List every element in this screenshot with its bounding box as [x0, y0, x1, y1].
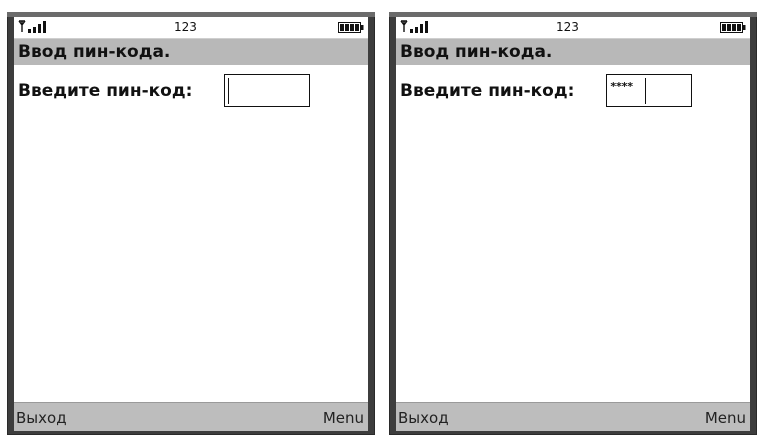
screen: 123 Ввод пин-кода. Введите пин-код: Выхо… [14, 17, 368, 431]
pin-input[interactable] [224, 74, 310, 107]
antenna-signal-icon [400, 20, 428, 33]
pin-input-value: **** [610, 80, 633, 93]
pin-input[interactable]: **** [606, 74, 692, 107]
menu-softkey[interactable]: Menu [705, 409, 746, 427]
screen-title: Ввод пин-кода. [400, 42, 553, 62]
pin-field-label: Введите пин-код: [400, 81, 575, 101]
phone-screen-filled: 123 Ввод пин-кода. Введите пин-код: ****… [389, 12, 757, 435]
pin-field-label: Введите пин-код: [18, 81, 193, 101]
pin-form: Введите пин-код: **** [396, 65, 750, 403]
text-caret [645, 78, 646, 104]
softkey-bar: Выход Menu [396, 402, 750, 431]
antenna-signal-icon [18, 20, 46, 33]
pin-form: Введите пин-код: [14, 65, 368, 403]
exit-softkey[interactable]: Выход [398, 409, 449, 427]
status-bar: 123 [14, 17, 368, 39]
screen-title: Ввод пин-кода. [18, 42, 171, 62]
battery-icon [720, 22, 746, 33]
battery-icon [338, 22, 364, 33]
status-bar: 123 [396, 17, 750, 39]
title-bar: Ввод пин-кода. [396, 39, 750, 65]
text-caret [228, 78, 229, 104]
screen: 123 Ввод пин-кода. Введите пин-код: ****… [396, 17, 750, 431]
menu-softkey[interactable]: Menu [323, 409, 364, 427]
softkey-bar: Выход Menu [14, 402, 368, 431]
status-clock: 123 [556, 20, 579, 34]
title-bar: Ввод пин-кода. [14, 39, 368, 65]
status-clock: 123 [174, 20, 197, 34]
exit-softkey[interactable]: Выход [16, 409, 67, 427]
phone-screen-empty: 123 Ввод пин-кода. Введите пин-код: Выхо… [7, 12, 375, 435]
